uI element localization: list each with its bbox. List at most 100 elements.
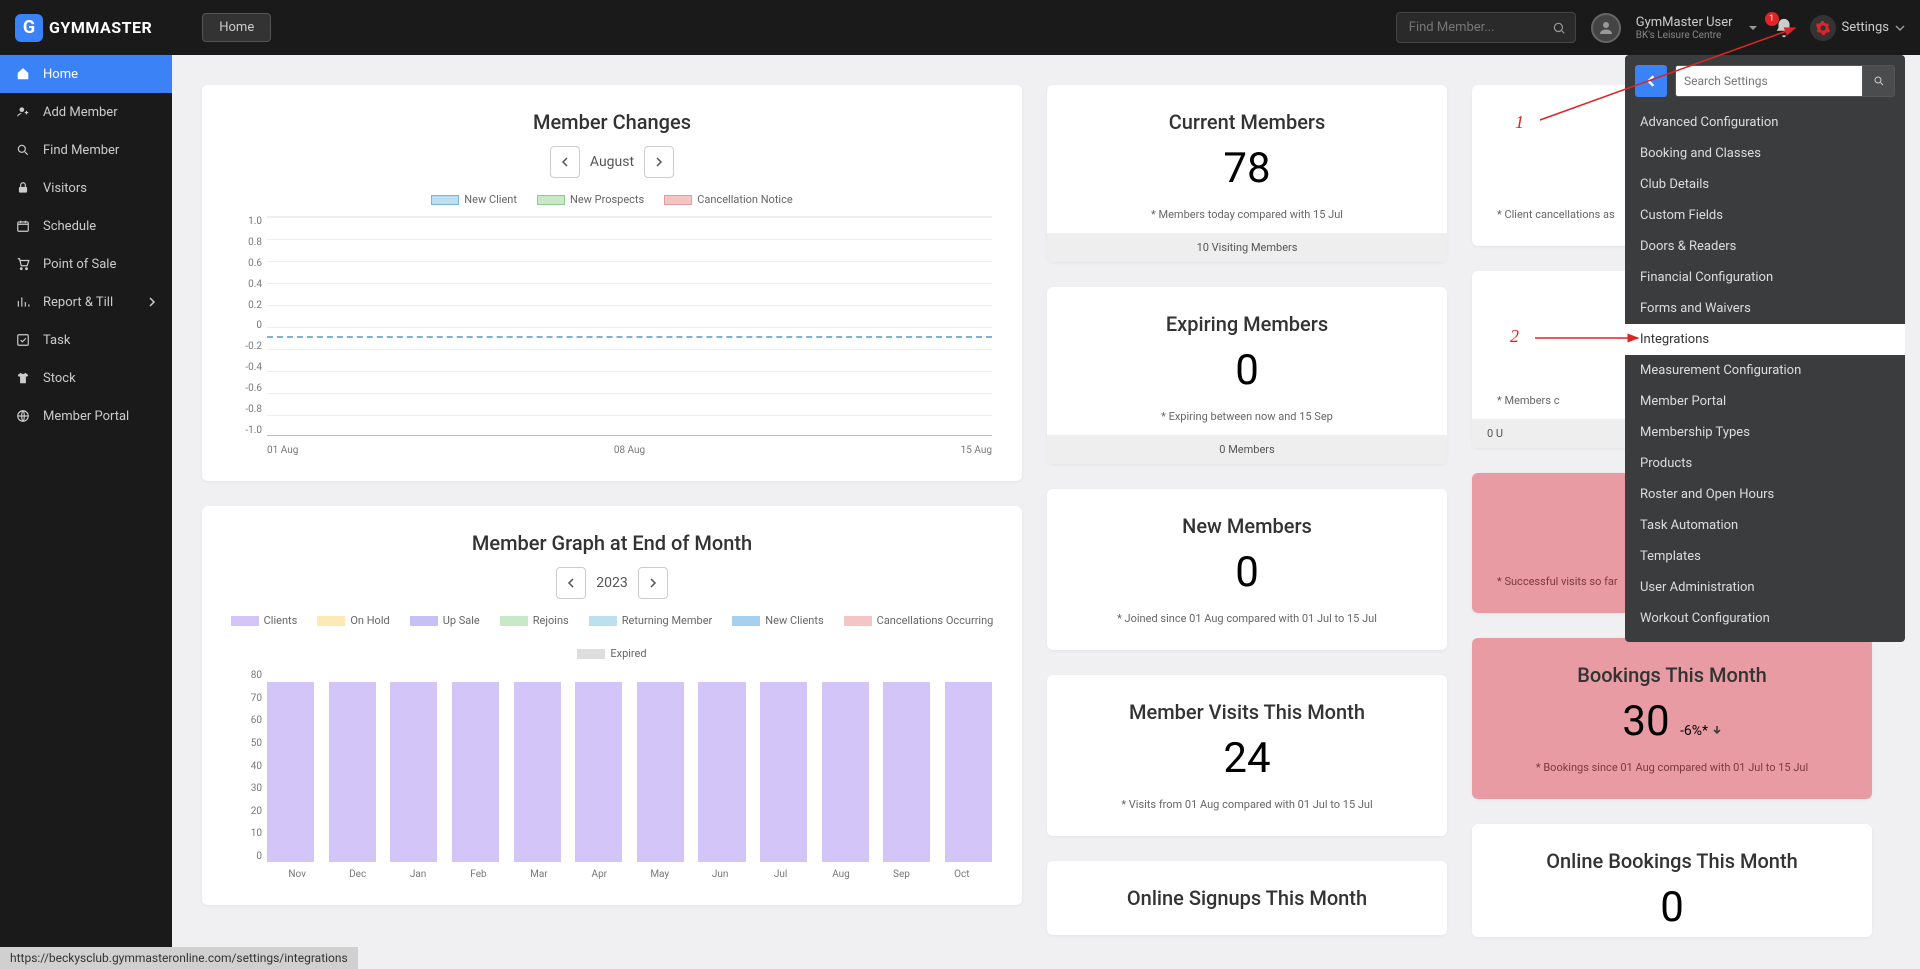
stat-value: 24: [1072, 734, 1422, 783]
sidebar-item-schedule[interactable]: Schedule: [0, 207, 172, 245]
dropdown-item-member-portal[interactable]: Member Portal: [1625, 386, 1905, 417]
sidebar-item-find-member[interactable]: Find Member: [0, 131, 172, 169]
sidebar-item-label: Find Member: [43, 143, 119, 158]
chart-legend: Clients On Hold Up Sale Rejoins Returnin…: [227, 614, 997, 660]
sidebar-item-home[interactable]: Home: [0, 55, 172, 93]
lock-icon: [15, 180, 31, 196]
header: G GYMMASTER Home GymMaster User BK's Lei…: [0, 0, 1920, 55]
member-visits-card[interactable]: Member Visits This Month 24 * Visits fro…: [1047, 675, 1447, 836]
sidebar-item-label: Visitors: [43, 181, 87, 196]
sidebar-item-member-portal[interactable]: Member Portal: [0, 397, 172, 435]
avatar[interactable]: [1591, 13, 1621, 43]
sidebar-item-point-of-sale[interactable]: Point of Sale: [0, 245, 172, 283]
sidebar-item-add-member[interactable]: Add Member: [0, 93, 172, 131]
member-graph-card: Member Graph at End of Month 2023 Client…: [202, 506, 1022, 905]
settings-button[interactable]: Settings: [1810, 15, 1905, 41]
dropdown-item-financial-configuration[interactable]: Financial Configuration: [1625, 262, 1905, 293]
user-plus-icon: [15, 104, 31, 120]
settings-dropdown: Advanced ConfigurationBooking and Classe…: [1625, 55, 1905, 642]
expiring-members-card[interactable]: Expiring Members 0 * Expiring between no…: [1047, 287, 1447, 464]
home-icon: [15, 66, 31, 82]
sidebar-item-label: Member Portal: [43, 409, 129, 424]
search-icon[interactable]: [1552, 21, 1566, 35]
notif-badge: 1: [1765, 12, 1779, 26]
logo[interactable]: G GYMMASTER: [15, 14, 152, 42]
dropdown-item-templates[interactable]: Templates: [1625, 541, 1905, 572]
user-sub: BK's Leisure Centre: [1636, 30, 1733, 41]
status-bar: https://beckysclub.gymmasteronline.com/s…: [0, 947, 358, 969]
card-title: Member Graph at End of Month: [227, 531, 997, 555]
online-signups-card[interactable]: Online Signups This Month: [1047, 861, 1447, 935]
stat-sub: * Visits from 01 Aug compared with 01 Ju…: [1072, 798, 1422, 811]
chevron-down-icon: [1895, 23, 1905, 33]
sidebar-item-stock[interactable]: Stock: [0, 359, 172, 397]
sidebar-item-task[interactable]: Task: [0, 321, 172, 359]
cart-icon: [15, 256, 31, 272]
notifications[interactable]: 1: [1773, 17, 1795, 39]
prev-month-button[interactable]: [550, 146, 580, 178]
user-name: GymMaster User: [1636, 15, 1733, 30]
find-member-input[interactable]: [1396, 12, 1576, 43]
sidebar: Home Add Member Find Member Visitors Sch…: [0, 55, 172, 969]
logo-icon: G: [15, 14, 43, 42]
dropdown-item-workout-configuration[interactable]: Workout Configuration: [1625, 603, 1905, 634]
stat-footer: 0 Members: [1047, 435, 1447, 464]
dropdown-item-roster-and-open-hours[interactable]: Roster and Open Hours: [1625, 479, 1905, 510]
logo-text: GYMMASTER: [49, 18, 152, 37]
stat-value: 0: [1072, 548, 1422, 597]
dropdown-item-measurement-configuration[interactable]: Measurement Configuration: [1625, 355, 1905, 386]
sidebar-item-visitors[interactable]: Visitors: [0, 169, 172, 207]
dropdown-item-doors-&-readers[interactable]: Doors & Readers: [1625, 231, 1905, 262]
search-icon: [15, 142, 31, 158]
sidebar-item-label: Stock: [43, 371, 76, 386]
chevron-right-icon: [147, 297, 157, 307]
card-title: Online Bookings This Month: [1497, 849, 1847, 873]
prev-year-button[interactable]: [556, 567, 586, 599]
dropdown-item-club-details[interactable]: Club Details: [1625, 169, 1905, 200]
settings-search-input[interactable]: [1675, 65, 1863, 97]
globe-icon: [15, 408, 31, 424]
dropdown-item-custom-fields[interactable]: Custom Fields: [1625, 200, 1905, 231]
sidebar-item-label: Report & Till: [43, 295, 113, 310]
sidebar-item-report-till[interactable]: Report & Till: [0, 283, 172, 321]
stat-value: 0: [1497, 883, 1847, 932]
online-bookings-card[interactable]: Online Bookings This Month 0: [1472, 824, 1872, 937]
member-changes-card: Member Changes August New Client New Pro…: [202, 85, 1022, 481]
back-button[interactable]: [1635, 65, 1667, 97]
chart-icon: [15, 294, 31, 310]
stat-value: 0: [1072, 346, 1422, 395]
next-month-button[interactable]: [644, 146, 674, 178]
chart-legend: New Client New Prospects Cancellation No…: [227, 193, 997, 206]
card-title: Current Members: [1072, 110, 1422, 134]
sidebar-item-label: Home: [43, 67, 78, 82]
current-members-card[interactable]: Current Members 78 * Members today compa…: [1047, 85, 1447, 262]
card-title: Member Changes: [227, 110, 997, 134]
card-title: Online Signups This Month: [1072, 886, 1422, 910]
dropdown-item-products[interactable]: Products: [1625, 448, 1905, 479]
card-title: Bookings This Month: [1497, 663, 1847, 687]
dropdown-item-membership-types[interactable]: Membership Types: [1625, 417, 1905, 448]
home-button[interactable]: Home: [202, 13, 271, 42]
month-label: August: [590, 154, 634, 170]
settings-search-button[interactable]: [1863, 65, 1895, 97]
stat-sub: * Expiring between now and 15 Sep: [1072, 410, 1422, 423]
shirt-icon: [15, 370, 31, 386]
sidebar-item-label: Task: [43, 333, 70, 348]
member-changes-chart: 1.0 0.8 0.6 0.4 0.2 0 -0.2 -0.4 -0.6 -0.…: [227, 216, 997, 456]
card-title: Expiring Members: [1072, 312, 1422, 336]
dropdown-item-booking-and-classes[interactable]: Booking and Classes: [1625, 138, 1905, 169]
next-year-button[interactable]: [638, 567, 668, 599]
dropdown-item-forms-and-waivers[interactable]: Forms and Waivers: [1625, 293, 1905, 324]
new-members-card[interactable]: New Members 0 * Joined since 01 Aug comp…: [1047, 489, 1447, 650]
stat-value: 78: [1072, 144, 1422, 193]
user-info[interactable]: GymMaster User BK's Leisure Centre: [1636, 15, 1733, 41]
bookings-card[interactable]: Bookings This Month 30 -6%* * Bookings s…: [1472, 638, 1872, 799]
dropdown-item-advanced-configuration[interactable]: Advanced Configuration: [1625, 107, 1905, 138]
dropdown-item-user-administration[interactable]: User Administration: [1625, 572, 1905, 603]
find-member-search: [1396, 12, 1576, 43]
gear-icon: [1810, 15, 1836, 41]
calendar-icon: [15, 218, 31, 234]
dropdown-item-integrations[interactable]: Integrations: [1625, 324, 1905, 355]
dropdown-item-task-automation[interactable]: Task Automation: [1625, 510, 1905, 541]
chevron-down-icon: [1748, 23, 1758, 33]
